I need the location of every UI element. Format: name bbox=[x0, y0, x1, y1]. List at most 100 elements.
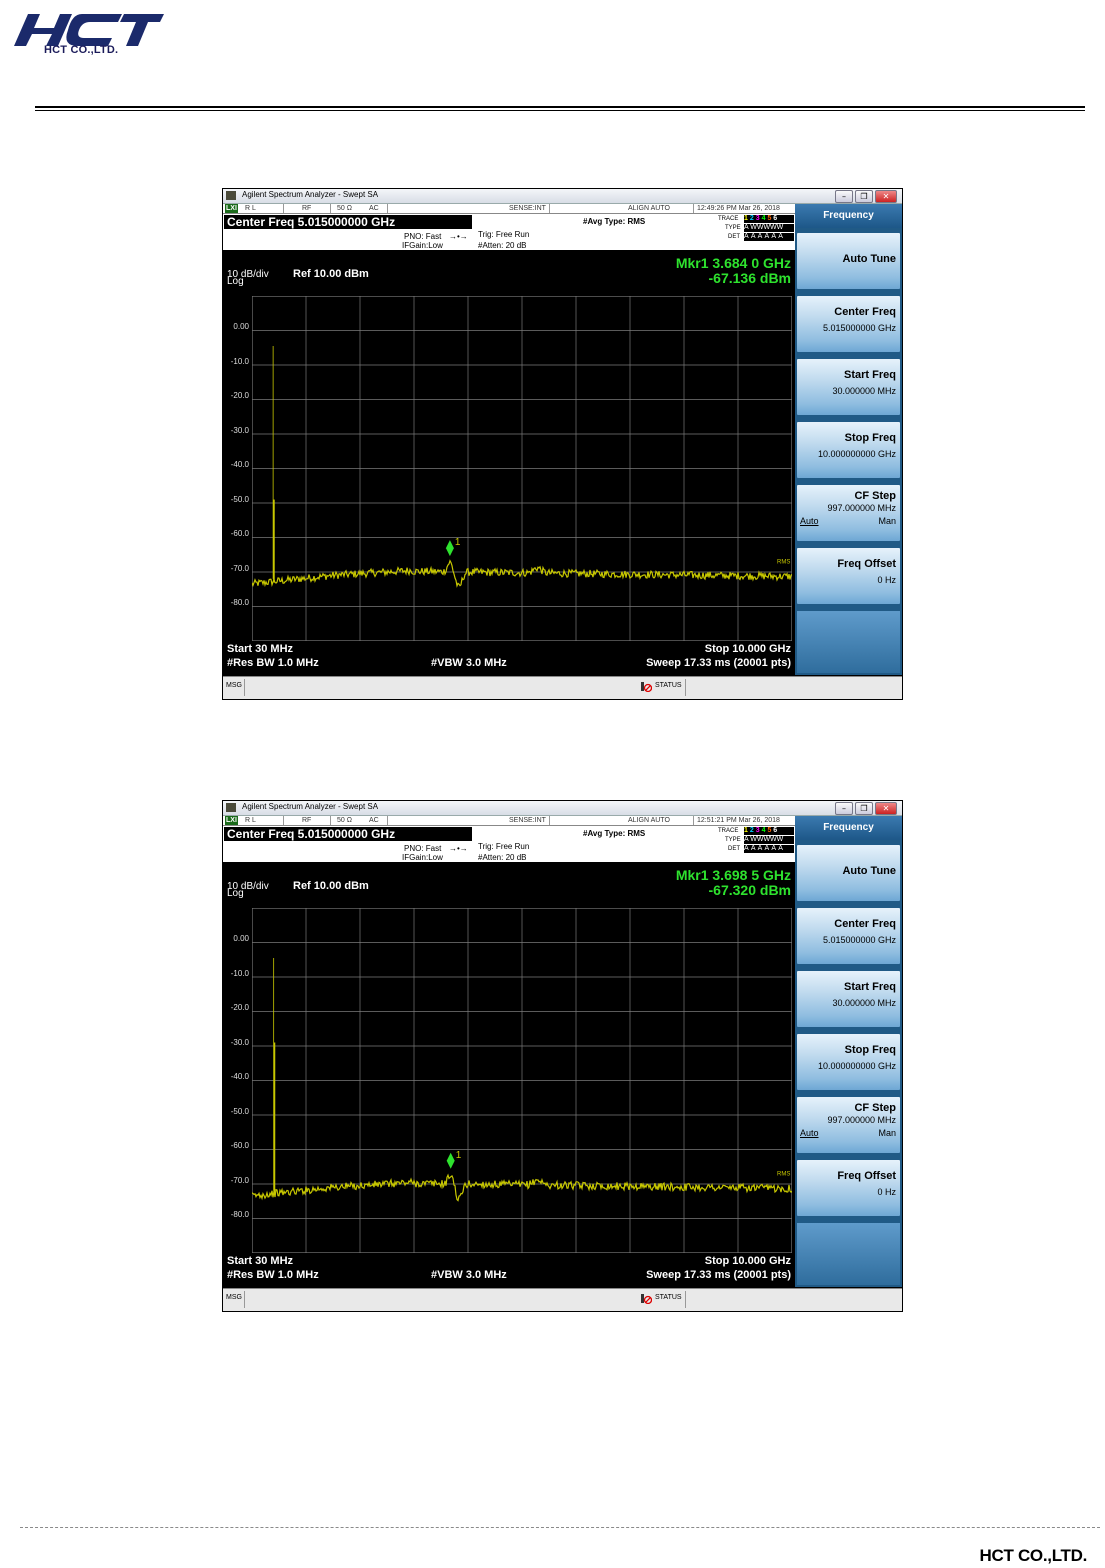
settings-panel: Center Freq 5.015000000 GHz PNO: Fast →•… bbox=[223, 826, 795, 862]
app-icon bbox=[226, 191, 236, 200]
log-label: Log bbox=[227, 276, 244, 287]
coupling-label: AC bbox=[369, 205, 379, 212]
softkey-auto-tune[interactable]: Auto Tune bbox=[797, 845, 900, 901]
softkey-label: Stop Freq bbox=[844, 432, 896, 444]
spectrum-display: Mkr1 3.684 0 GHz -67.136 dBm 10 dB/div L… bbox=[223, 251, 795, 675]
sense-label: SENSE:INT bbox=[509, 205, 546, 212]
rf-label: RF bbox=[302, 205, 312, 212]
softkey-label: Auto Tune bbox=[842, 865, 896, 877]
status-label[interactable]: STATUS bbox=[655, 682, 682, 689]
align-label: ALIGN AUTO bbox=[628, 205, 670, 212]
y-tick-label: -40.0 bbox=[230, 1072, 249, 1081]
timestamp: 12:49:26 PM Mar 26, 2018 bbox=[697, 205, 780, 212]
y-tick-label: -20.0 bbox=[230, 391, 249, 400]
softkey-auto-option[interactable]: Auto bbox=[800, 516, 819, 526]
status-icon[interactable] bbox=[641, 681, 652, 692]
settings-panel: Center Freq 5.015000000 GHz PNO: Fast →•… bbox=[223, 214, 795, 250]
trigger-arrow-icon: →•→ bbox=[449, 844, 468, 853]
trig-label: Trig: Free Run bbox=[478, 230, 530, 239]
softkey-stop-freq[interactable]: Stop Freq 10.000000000 GHz bbox=[797, 422, 900, 478]
softkey-center-freq[interactable]: Center Freq 5.015000000 GHz bbox=[797, 908, 900, 964]
softkey-label: Start Freq bbox=[844, 369, 896, 381]
softkey-menu-title: Frequency bbox=[795, 204, 902, 228]
y-tick-label: -40.0 bbox=[230, 460, 249, 469]
sweep-label: Sweep 17.33 ms (20001 pts) bbox=[646, 1269, 791, 1281]
footer-company-name: HCT CO.,LTD. bbox=[979, 1546, 1087, 1565]
softkey-value: 30.000000 MHz bbox=[832, 386, 896, 396]
spectrum-plot: 1 RMS bbox=[252, 296, 792, 641]
trig-label: Trig: Free Run bbox=[478, 842, 530, 851]
marker-frequency: Mkr1 3.684 0 GHz bbox=[675, 255, 791, 271]
trace-det-values: A A A A A A bbox=[744, 233, 794, 241]
y-tick-label: 0.00 bbox=[233, 934, 249, 943]
softkey-label: Freq Offset bbox=[837, 558, 896, 570]
atten-label: #Atten: 20 dB bbox=[478, 853, 527, 862]
trace-numbers: 1 2 3 4 5 6 bbox=[744, 827, 794, 835]
atten-label: #Atten: 20 dB bbox=[478, 241, 527, 250]
spectrum-display: Mkr1 3.698 5 GHz -67.320 dBm 10 dB/div L… bbox=[223, 863, 795, 1287]
softkey-value: 10.000000000 GHz bbox=[817, 449, 896, 459]
softkey-center-freq[interactable]: Center Freq 5.015000000 GHz bbox=[797, 296, 900, 352]
softkey-value: 5.015000000 GHz bbox=[822, 323, 896, 333]
rl-label: R L bbox=[245, 817, 256, 824]
window-title: Agilent Spectrum Analyzer - Swept SA bbox=[242, 802, 379, 811]
spectrum-plot: 1 RMS bbox=[252, 908, 792, 1253]
start-freq-label: Start 30 MHz bbox=[227, 643, 294, 655]
softkey-value: 997.000000 MHz bbox=[827, 503, 896, 513]
status-icon[interactable] bbox=[641, 1293, 652, 1304]
marker-number: 1 bbox=[456, 1150, 462, 1161]
pno-label: PNO: Fast bbox=[404, 844, 442, 853]
status-row: LXI R L RF 50 Ω AC SENSE:INT ALIGN AUTO … bbox=[223, 816, 795, 826]
stop-freq-label: Stop 10.000 GHz bbox=[704, 1255, 791, 1267]
ifgain-label: IFGain:Low bbox=[402, 853, 443, 862]
type-label: TYPE bbox=[725, 837, 741, 843]
softkey-auto-option[interactable]: Auto bbox=[800, 1128, 819, 1138]
sweep-label: Sweep 17.33 ms (20001 pts) bbox=[646, 657, 791, 669]
softkey-cf-step[interactable]: CF Step 997.000000 MHz Auto Man bbox=[797, 1097, 900, 1153]
softkey-freq-offset[interactable]: Freq Offset 0 Hz bbox=[797, 1160, 900, 1216]
marker-diamond bbox=[446, 1152, 455, 1169]
timestamp: 12:51:21 PM Mar 26, 2018 bbox=[697, 817, 780, 824]
softkey-freq-offset[interactable]: Freq Offset 0 Hz bbox=[797, 548, 900, 604]
softkey-man-option[interactable]: Man bbox=[878, 1128, 896, 1138]
y-tick-label: -70.0 bbox=[230, 1175, 249, 1185]
softkey-label: Center Freq bbox=[834, 918, 896, 930]
res-bw-label: #Res BW 1.0 MHz bbox=[227, 657, 319, 669]
softkey-man-option[interactable]: Man bbox=[878, 516, 896, 526]
softkey-auto-tune[interactable]: Auto Tune bbox=[797, 233, 900, 289]
status-label[interactable]: STATUS bbox=[655, 1294, 682, 1301]
window-titlebar: Agilent Spectrum Analyzer - Swept SA – ❐… bbox=[223, 189, 902, 204]
center-freq-readout[interactable]: Center Freq 5.015000000 GHz bbox=[224, 827, 472, 841]
coupling-label: AC bbox=[369, 817, 379, 824]
minimize-button[interactable]: – bbox=[835, 802, 853, 815]
y-tick-label: -70.0 bbox=[230, 563, 249, 573]
softkey-cf-step[interactable]: CF Step 997.000000 MHz Auto Man bbox=[797, 485, 900, 541]
y-tick-label: -20.0 bbox=[230, 1003, 249, 1012]
softkey-value: 5.015000000 GHz bbox=[822, 935, 896, 945]
softkey-value: 30.000000 MHz bbox=[832, 998, 896, 1008]
softkey-start-freq[interactable]: Start Freq 30.000000 MHz bbox=[797, 971, 900, 1027]
softkey-label: Freq Offset bbox=[837, 1170, 896, 1182]
msg-label: MSG bbox=[226, 1294, 242, 1301]
status-row: LXI R L RF 50 Ω AC SENSE:INT ALIGN AUTO … bbox=[223, 204, 795, 214]
det-label: DET bbox=[728, 234, 740, 240]
restore-button[interactable]: ❐ bbox=[855, 190, 873, 203]
softkey-start-freq[interactable]: Start Freq 30.000000 MHz bbox=[797, 359, 900, 415]
minimize-button[interactable]: – bbox=[835, 190, 853, 203]
softkey-stop-freq[interactable]: Stop Freq 10.000000000 GHz bbox=[797, 1034, 900, 1090]
softkey-label: Start Freq bbox=[844, 981, 896, 993]
y-tick-label: -30.0 bbox=[230, 425, 249, 435]
center-freq-readout[interactable]: Center Freq 5.015000000 GHz bbox=[224, 215, 472, 229]
marker-number: 1 bbox=[455, 537, 461, 548]
trace-type-values: A WWWWW bbox=[744, 224, 794, 232]
y-tick-label: -10.0 bbox=[230, 968, 249, 978]
softkey-label: CF Step bbox=[854, 1102, 896, 1114]
close-button[interactable]: ✕ bbox=[875, 802, 897, 815]
trace-label: TRACE bbox=[718, 216, 739, 222]
rms-label: RMS bbox=[777, 559, 790, 565]
close-button[interactable]: ✕ bbox=[875, 190, 897, 203]
vbw-label: #VBW 3.0 MHz bbox=[431, 657, 507, 669]
softkey-label: Auto Tune bbox=[842, 253, 896, 265]
restore-button[interactable]: ❐ bbox=[855, 802, 873, 815]
y-tick-label: -80.0 bbox=[230, 598, 249, 607]
